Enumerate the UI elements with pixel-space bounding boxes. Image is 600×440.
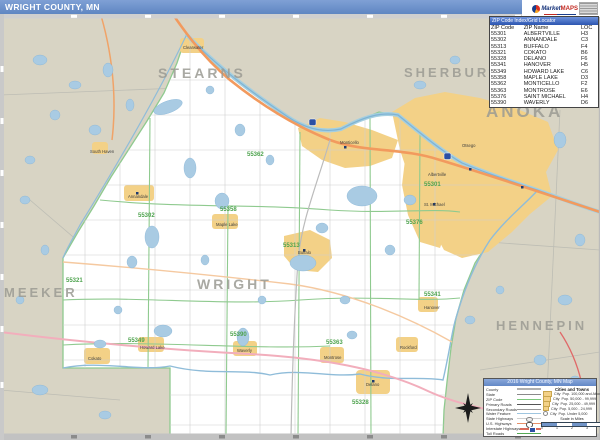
zip-label-55341: 55341 — [424, 292, 441, 298]
zip-index-table: ZIP Code ZIP Name LOC 55301ALBERTVILLEH3… — [490, 25, 598, 107]
zip-label-55313: 55313 — [283, 243, 300, 249]
city-class-name: City — [553, 397, 560, 401]
zip-row[interactable]: 55313BUFFALOF4 — [490, 44, 598, 50]
zip-row[interactable]: 55302ANNANDALEC3 — [490, 37, 598, 43]
brand-word-maps: MAPS — [561, 6, 578, 12]
legend-line-state — [517, 394, 541, 395]
legend-label: Toll Roads — [486, 431, 504, 436]
legend-line-secondary-roads — [517, 409, 541, 410]
zip-row[interactable]: 55341HANOVERH5 — [490, 62, 598, 68]
legend-line-interstate-highways — [520, 428, 541, 430]
city-class-range: Pop. 5,000 - 24,999 — [560, 407, 592, 411]
city-class-name: City — [550, 412, 557, 416]
legend-line-toll-roads — [517, 433, 541, 434]
legend-line-county — [517, 388, 541, 390]
brand-word-market: Market — [541, 6, 560, 12]
legend-title: 2016 Wright County, MN Map — [484, 379, 596, 386]
zip-cell: 55390 — [490, 100, 523, 106]
legend-line-primary-roads — [517, 404, 541, 405]
county-label-meeker: MEEKER — [4, 285, 78, 300]
city-class-name: City — [552, 402, 559, 406]
city-label: St. Michael — [424, 202, 445, 207]
city-class-range: Pop. Under 5,000 — [559, 412, 588, 416]
city-label: Howard Lake — [140, 345, 165, 350]
scale-tick: 0 — [541, 427, 543, 431]
city-label: Albertville — [428, 172, 447, 177]
globe-icon — [532, 5, 540, 13]
city-label: Delano — [366, 382, 380, 387]
scale-tick: 3 — [586, 427, 588, 431]
legend-line-water — [517, 413, 541, 414]
city-label: Monticello — [340, 140, 360, 145]
zip-label-55321: 55321 — [66, 278, 83, 284]
page-title: WRIGHT COUNTY, MN — [5, 2, 100, 12]
zip-index-header: ZIP Code Index/Grid Locator — [490, 17, 598, 25]
zip-label-55301: 55301 — [424, 182, 441, 188]
zip-label-55358: 55358 — [220, 207, 237, 213]
city-label: Clearwater — [183, 45, 204, 50]
loc-cell: D6 — [580, 100, 598, 106]
legend-panel: 2016 Wright County, MN Map County State … — [483, 378, 597, 437]
title-bar: WRIGHT COUNTY, MN — [0, 0, 522, 14]
city-label: South Haven — [90, 149, 115, 154]
city-class-range: Pop. 25,000 - 49,999 — [561, 402, 595, 406]
zip-row[interactable]: 55390WAVERLYD6 — [490, 100, 598, 106]
legend-cities-column: Cities and Towns CityPop. 100,000 and Ab… — [541, 387, 600, 436]
logo-underline — [544, 14, 576, 16]
city-class-range: Pop. 100,000 and Above — [563, 392, 600, 396]
zip-label-55362: 55362 — [247, 152, 264, 158]
city-label: Hanover — [424, 305, 440, 310]
city-label: Montrose — [324, 355, 342, 360]
zip-label-55363: 55363 — [326, 340, 343, 346]
zip-label-55376: 55376 — [406, 220, 423, 226]
interstate-shield-icon — [309, 119, 316, 126]
zip-row[interactable]: 55362MONTICELLOF2 — [490, 81, 598, 87]
city-label: Buffalo — [298, 250, 312, 255]
county-label-hennepin: HENNEPIN — [496, 318, 587, 333]
logo-fine-print — [579, 2, 598, 15]
city-label: Cokato — [88, 356, 102, 361]
brand-logo-area: MarketMAPS — [522, 0, 600, 17]
scale-bar: Scale in Miles 0 1 2 3 4 — [541, 417, 600, 431]
map-page: STEARNS SHERBURNE ANOKA MEEKER WRIGHT HE… — [0, 0, 600, 440]
scale-tick: 1 — [556, 427, 558, 431]
city-swatch — [543, 411, 548, 416]
city-class-name: City — [554, 392, 561, 396]
city-class-range: Pop. 50,000 - 99,999 — [562, 397, 596, 401]
city-label: Annandale — [128, 194, 149, 199]
legend-line-state-highways — [517, 418, 541, 419]
legend-line-us-highways — [517, 423, 541, 424]
city-label: Maple Lake — [216, 222, 238, 227]
city-label: Otsego — [462, 143, 476, 148]
scale-tick: 2 — [571, 427, 573, 431]
zip-label-55302: 55302 — [138, 213, 155, 219]
city-label: Waverly — [237, 348, 253, 353]
legend-line-zip — [517, 399, 541, 400]
zip-label-55390: 55390 — [230, 332, 247, 338]
city-label: Rockford — [400, 345, 417, 350]
zip-index-panel: ZIP Code Index/Grid Locator ZIP Code ZIP… — [489, 16, 599, 108]
name-cell: WAVERLY — [523, 100, 580, 106]
legend-symbols-column: County State ZIP Code Primary Roads Seco… — [486, 387, 541, 436]
county-label-stearns: STEARNS — [158, 65, 246, 81]
county-label-wright: WRIGHT — [197, 276, 272, 292]
city-class-name: City — [551, 407, 558, 411]
interstate-shield-icon — [444, 153, 451, 160]
zip-label-55349: 55349 — [128, 338, 145, 344]
zip-label-55328: 55328 — [352, 400, 369, 406]
